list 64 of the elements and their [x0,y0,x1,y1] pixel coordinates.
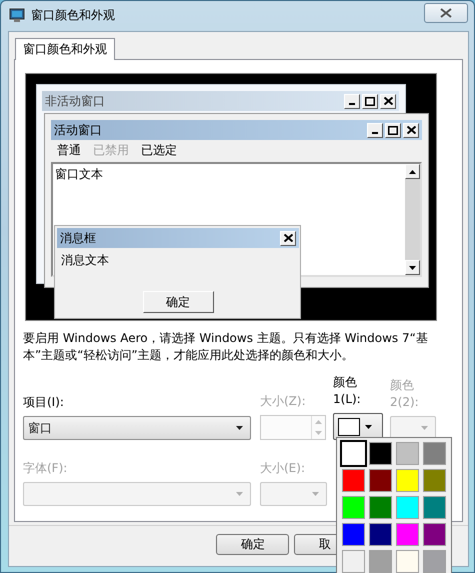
tab[interactable]: 窗口颜色和外观 [15,38,115,60]
color-swatch [338,418,360,436]
dialog-button[interactable]: 确定 [216,534,289,555]
color-swatch[interactable] [396,496,419,519]
field-label: 字体(F): [23,460,68,477]
message-text: 消息文本 [60,252,110,269]
dropdown-arrow-icon [235,425,244,431]
up-arrow-icon [409,170,416,174]
scrollbar[interactable] [405,164,420,275]
color-swatch[interactable] [423,469,446,492]
minimize-icon [372,132,378,134]
color-swatch[interactable] [423,523,446,546]
item-dropdown[interactable]: 窗口 [23,416,251,440]
color-swatch[interactable] [342,469,365,492]
color-swatch[interactable] [396,469,419,492]
color-swatch[interactable] [423,550,446,573]
dropdown-arrow-icon [311,491,320,497]
dropdown-arrow-icon [420,425,429,431]
close-icon [284,234,292,242]
menu-item[interactable]: 普通 [57,142,81,162]
color-swatch[interactable] [369,469,392,492]
description-text: 要启用 Windows Aero，请选择 Windows 主题。只有选择 Windows 7“基本”主题或“轻松访问”主题，才能应用此处选择的颜色和大小。 [23,330,429,364]
ok-button[interactable]: 确定 [142,291,214,313]
field-label: 大小(E): [260,460,305,477]
color-swatch[interactable] [369,550,392,573]
caption-title: 消息框 [60,230,96,246]
maximize-icon [365,96,375,106]
monitor-icon [9,8,25,22]
field-label: 颜色 1(L): [333,374,361,408]
down-arrow-icon [409,266,416,270]
field-label: 颜色 2(2): [390,377,419,411]
color-swatch[interactable] [342,523,365,546]
field-label: 项目(I): [23,394,64,411]
color-swatch[interactable] [369,523,392,546]
color-picker-button[interactable] [333,413,383,440]
color-swatch[interactable] [396,442,419,465]
minimize-icon [349,102,355,104]
window-title: 窗口颜色和外观 [31,6,115,24]
maximize-icon [388,126,398,134]
maximize-button[interactable] [385,122,401,138]
minimize-button[interactable] [367,122,383,138]
close-icon [406,126,416,134]
color-swatch[interactable] [342,496,365,519]
color-swatch[interactable] [369,442,392,465]
up-arrow-icon [315,420,322,424]
color-swatch[interactable] [342,550,365,573]
down-arrow-icon [315,431,322,436]
dropdown-arrow-icon [235,491,244,497]
menu-item[interactable]: 已选定 [141,142,177,162]
close-button[interactable] [424,3,468,23]
close-icon [384,97,392,105]
caption-title: 非活动窗口 [45,92,105,110]
color-swatch[interactable] [369,496,392,519]
color-swatch[interactable] [423,496,446,519]
dropdown-arrow-icon [364,424,373,430]
close-icon [440,8,452,18]
color-swatch[interactable] [396,523,419,546]
scroll-down-button[interactable] [405,260,420,275]
field-label: 大小(Z): [260,393,306,410]
caption-title: 活动窗口 [54,122,102,138]
window-text: 窗口文本 [55,166,103,183]
scroll-up-button[interactable] [405,164,420,179]
color-swatch[interactable] [396,550,419,573]
color-swatch[interactable] [423,442,446,465]
